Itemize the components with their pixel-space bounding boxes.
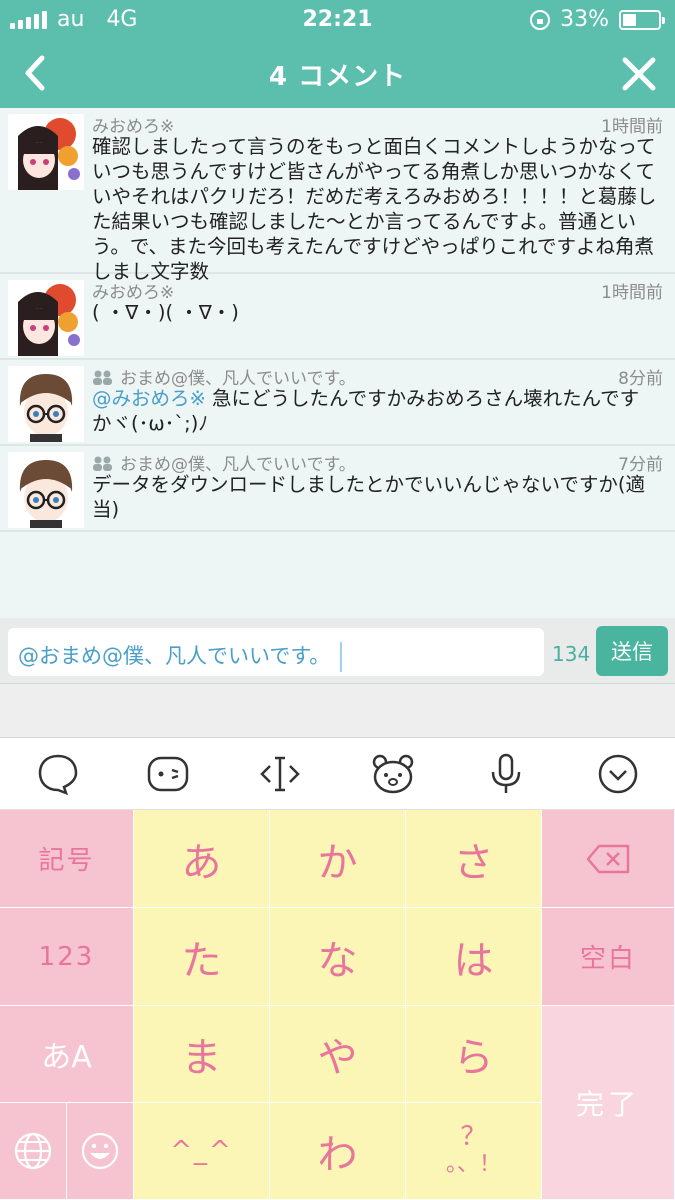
flick-keyboard: 記号 あ か さ 123 た な は 空白 あA ま や ら 完了 ^_^ わ … <box>0 810 675 1200</box>
key-na[interactable]: な <box>270 908 406 1006</box>
cursor-move-icon[interactable] <box>258 752 302 796</box>
emoji-icon[interactable] <box>146 752 190 796</box>
comment-item: おまめ@僕、凡人でいいです。 8分前 @みおめろ※ 急にどうしたんですかみおめろ… <box>0 360 675 446</box>
keyboard-spacer <box>0 684 675 738</box>
page-title: 4 コメント <box>268 62 407 92</box>
backspace-icon <box>586 844 630 873</box>
send-button[interactable]: 送信 <box>596 626 668 676</box>
speech-bubble-icon[interactable] <box>36 752 80 796</box>
battery-percent: 33% <box>560 7 609 32</box>
punct-question: ？ <box>460 1122 487 1152</box>
key-backspace[interactable] <box>542 810 675 908</box>
punct-marks: 。、！ <box>445 1152 501 1177</box>
comment-item: みおめろ※ 1時間前 ( ・∇・)( ・∇・) <box>0 274 675 360</box>
status-bar: au 4G 22:21 33% <box>0 0 675 40</box>
group-icon <box>93 456 112 471</box>
comment-text: 確認しましたって言うのをもっと面白くコメントしようかなっていつも思うんですけど皆… <box>92 135 657 283</box>
comment-item: おまめ@僕、凡人でいいです。 7分前 データをダウンロードしましたとかでいいんじ… <box>0 446 675 532</box>
key-emoticon[interactable]: ^_^ <box>134 1103 270 1200</box>
key-globe[interactable] <box>0 1103 67 1200</box>
comment-text: ( ・∇・)( ・∇・) <box>92 301 239 324</box>
smiley-icon <box>81 1132 119 1170</box>
avatar[interactable] <box>8 114 84 190</box>
bear-face-icon[interactable] <box>371 752 415 796</box>
key-sa[interactable]: さ <box>406 810 542 908</box>
mention-link[interactable]: @みおめろ※ <box>92 387 206 410</box>
nav-bar: 4 コメント <box>0 40 675 108</box>
key-symbols[interactable]: 記号 <box>0 810 134 908</box>
key-wa[interactable]: わ <box>270 1103 406 1200</box>
avatar[interactable] <box>8 280 84 356</box>
key-numbers[interactable]: 123 <box>0 908 134 1006</box>
globe-icon <box>14 1132 52 1170</box>
key-ya[interactable]: や <box>270 1006 406 1103</box>
battery-icon <box>619 9 665 30</box>
key-emoji[interactable] <box>67 1103 134 1200</box>
key-ka[interactable]: か <box>270 810 406 908</box>
comment-text: @みおめろ※ 急にどうしたんですかみおめろさん壊れたんですかヾ(･ω･`;)ﾉ <box>92 387 640 435</box>
comment-item: みおめろ※ 1時間前 確認しましたって言うのをもっと面白くコメントしようかなって… <box>0 108 675 283</box>
key-ma[interactable]: ま <box>134 1006 270 1103</box>
comment-input[interactable]: @おまめ@僕、凡人でいいです。 <box>8 628 544 676</box>
keyboard-toolbar <box>0 738 675 810</box>
microphone-icon[interactable] <box>484 752 528 796</box>
key-ta[interactable]: た <box>134 908 270 1006</box>
key-space[interactable]: 空白 <box>542 908 675 1006</box>
text-caret <box>340 642 343 672</box>
chevron-down-icon[interactable] <box>596 752 640 796</box>
key-a[interactable]: あ <box>134 810 270 908</box>
comment-list: みおめろ※ 1時間前 確認しましたって言うのをもっと面白くコメントしようかなって… <box>0 108 675 618</box>
group-icon <box>93 370 112 385</box>
avatar[interactable] <box>8 452 84 528</box>
key-punctuation[interactable]: ？ 。、！ <box>406 1103 542 1200</box>
key-done[interactable]: 完了 <box>542 1006 675 1200</box>
key-ha[interactable]: は <box>406 908 542 1006</box>
key-ra[interactable]: ら <box>406 1006 542 1103</box>
rotation-lock-icon <box>530 9 551 30</box>
close-icon[interactable] <box>617 52 661 96</box>
avatar[interactable] <box>8 366 84 442</box>
key-input-mode[interactable]: あA <box>0 1006 134 1103</box>
comment-text: データをダウンロードしましたとかでいいんじゃないですか(適当) <box>92 473 646 521</box>
char-counter: 134 <box>552 642 591 666</box>
